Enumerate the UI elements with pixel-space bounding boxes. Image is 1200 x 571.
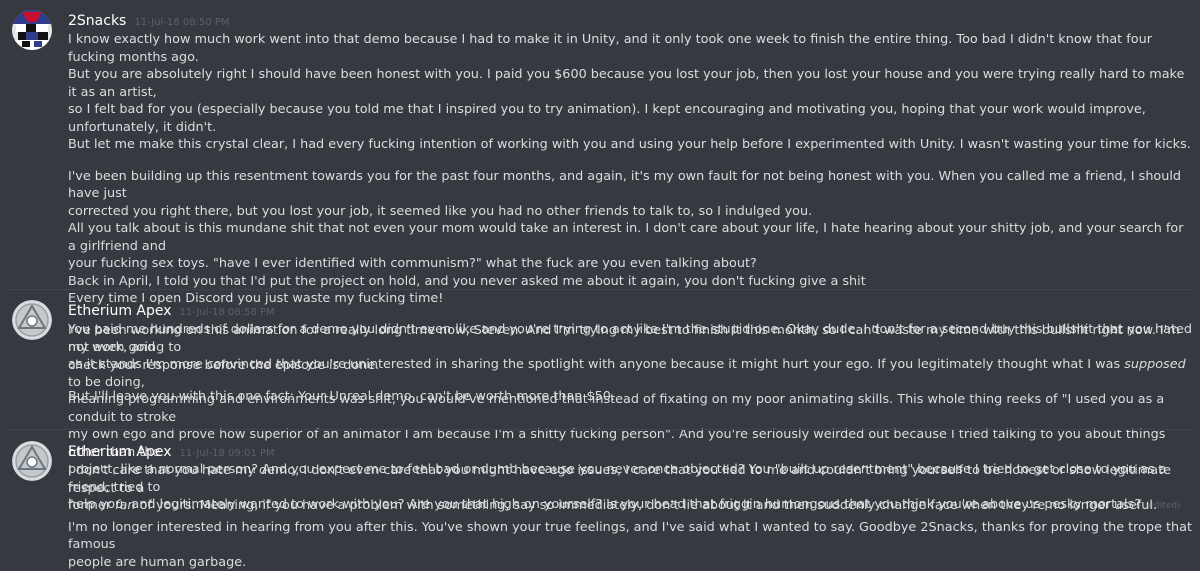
message-content: I don't care that you hate my demo, I do… [68, 462, 1192, 571]
message-header: Etherium Apex 11-Jul-18 09:01 PM [68, 440, 1192, 462]
message-line: former fan of yours. Meaning, if you hav… [68, 497, 1192, 515]
avatar[interactable] [12, 300, 52, 340]
message-text: as it stands I'm more convinced that you… [68, 357, 1124, 372]
message-line: Back in April, I told you that I'd put t… [68, 273, 1192, 291]
message-text: of yours. Meaning, if you have a problem… [136, 498, 1158, 513]
timestamp: 11-Jul-18 08:58 PM [180, 307, 275, 318]
message-line: I've been building up this resentment to… [68, 168, 1192, 203]
message-divider [8, 429, 1192, 430]
username[interactable]: Etherium Apex [68, 444, 172, 460]
timestamp: 11-Jul-18 08:50 PM [134, 17, 229, 28]
message-divider [8, 289, 1192, 290]
message-line: people are human garbage. [68, 554, 1192, 571]
message-italic: fan [115, 498, 135, 513]
message-text: former [68, 498, 115, 513]
message-line: I know exactly how much work went into t… [68, 31, 1192, 66]
message-group-etherium-apex: Etherium Apex 11-Jul-18 09:01 PM I don't … [0, 440, 1200, 571]
avatar[interactable] [12, 10, 52, 50]
username[interactable]: 2Snacks [68, 13, 126, 29]
message-italic: supposed [1124, 357, 1186, 372]
message-line: But let me make this crystal clear, I ha… [68, 136, 1192, 154]
message-line: I don't care that you hate my demo, I do… [68, 462, 1192, 497]
message-line: your fucking sex toys. "have I ever iden… [68, 255, 1192, 273]
message-header: 2Snacks 11-Jul-18 08:50 PM [68, 9, 1192, 31]
message-line: All you talk about is this mundane shit … [68, 220, 1192, 255]
message-line: I'm no longer interested in hearing from… [68, 519, 1192, 554]
message-line: meaning programming and environments was… [68, 391, 1192, 426]
message-line: But you are absolutely right I should ha… [68, 66, 1192, 101]
chat-log: 2Snacks 11-Jul-18 08:50 PM I know exactly… [0, 0, 1200, 545]
message-line: corrected you right there, but you lost … [68, 203, 1192, 221]
message-header: Etherium Apex 11-Jul-18 08:58 PM [68, 299, 1192, 321]
message-line: You paid me hundreds of dollars for a de… [68, 321, 1192, 356]
timestamp: 11-Jul-18 09:01 PM [180, 448, 275, 459]
message-line: as it stands I'm more convinced that you… [68, 356, 1192, 391]
message-line: so I felt bad for you (especially becaus… [68, 101, 1192, 136]
username[interactable]: Etherium Apex [68, 303, 172, 319]
avatar[interactable] [12, 441, 52, 481]
